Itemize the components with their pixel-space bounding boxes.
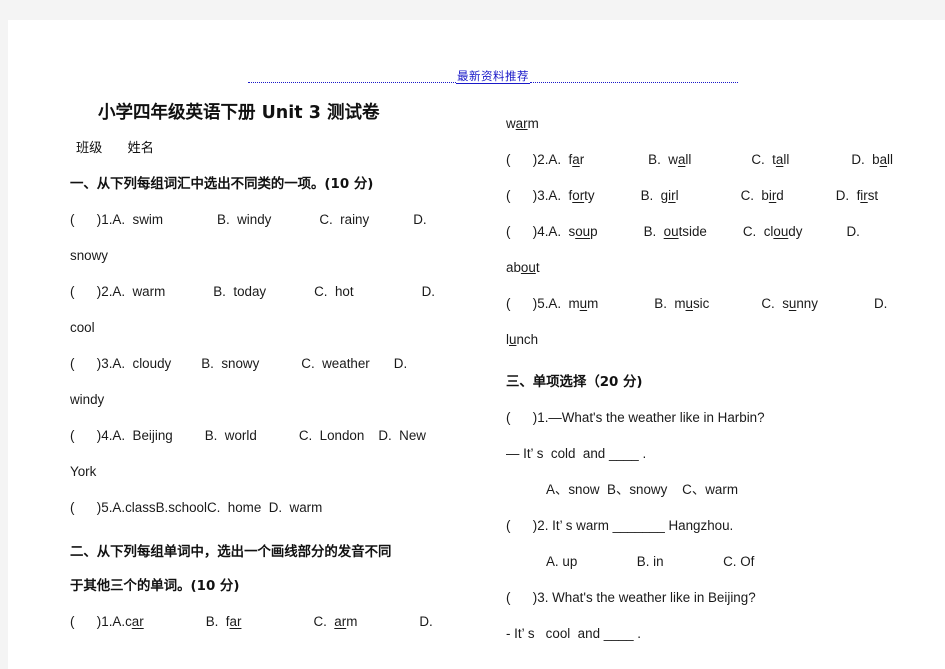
s1-item-4-wrap: York	[70, 464, 97, 479]
s1-item-4-c: C. London	[298, 428, 365, 443]
s1-item-3-b: B. snowy	[201, 356, 260, 371]
s1-item-2: ( )2.A. warm B. today C. hot D.	[70, 274, 470, 310]
s2-item-2-d: D. ball	[851, 152, 893, 167]
s2-item-3: ( )3.A. forty B. girl C. bird D. first	[506, 178, 906, 214]
s2-item-5-c: C. sunny	[761, 296, 818, 311]
s1-item-5: ( )5.A.classB.schoolC. home D. warm	[70, 490, 470, 526]
s2-item-1: ( )1.A.car B. far C. arm D.	[70, 604, 470, 640]
s2-item-1-wrap: warm	[506, 116, 539, 131]
s2-item-3-d: D. first	[835, 188, 879, 203]
section-1-heading: 一、从下列每组词汇中选出不同类的一项。(10 分)	[70, 177, 374, 192]
s2-item-3-a: A. forty	[548, 188, 595, 203]
s1-item-2-b: B. today	[213, 284, 267, 299]
s1-item-4-b: B. world	[204, 428, 257, 443]
watermark-dash-right	[530, 81, 738, 83]
s1-item-1-c: C. rainy	[319, 212, 370, 227]
s2-item-2-b: B. wall	[648, 152, 692, 167]
s1-item-4-num: ( )4.	[70, 428, 113, 443]
section-2-heading: 二、从下列每组单词中，选出一个画线部分的发音不同 于其他三个的单词。(10 分)	[70, 545, 392, 594]
s1-item-2-wrap: cool	[70, 320, 95, 335]
s3-item-3-answer: - It’ s cool and ____ .	[506, 626, 641, 641]
s2-item-1-a: A.car	[112, 614, 144, 629]
s3-item-1-options: A、snow B、snowy C、warm	[546, 482, 738, 497]
right-column: warm ( )2.A. far B. wall C. tall D. ball ( …	[506, 106, 906, 652]
s2-item-1-b: B. far	[205, 614, 242, 629]
s2-item-4-b: B. outside	[643, 224, 707, 239]
s1-item-2-c: C. hot	[314, 284, 354, 299]
s1-item-1-d: D.	[413, 212, 427, 227]
s2-item-4-a: A. soup	[548, 224, 598, 239]
s1-item-5-num: ( )5.	[70, 500, 113, 515]
s2-item-1-d: D.	[419, 614, 433, 629]
s2-item-2: ( )2.A. far B. wall C. tall D. ball	[506, 142, 906, 178]
s2-item-1-num: ( )1.	[70, 614, 113, 629]
s2-item-2-a: A. far	[548, 152, 585, 167]
s1-item-3: ( )3.A. cloudy B. snowy C. weather D.	[70, 346, 470, 382]
s1-item-3-a: A. cloudy	[112, 356, 172, 371]
s2-item-5: ( )5.A. mum B. music C. sunny D.	[506, 286, 906, 322]
s1-item-5-a: A.classB.schoolC. home D. warm	[112, 500, 323, 515]
s2-item-3-b: B. girl	[640, 188, 679, 203]
s3-item-2-stem: ( )2. It’ s warm _______ Hangzhou.	[506, 518, 734, 533]
s2-item-3-num: ( )3.	[506, 188, 549, 203]
s2-item-4: ( )4.A. soup B. outside C. cloudy D.	[506, 214, 906, 250]
s1-item-3-d: D.	[393, 356, 408, 371]
s2-item-4-num: ( )4.	[506, 224, 549, 239]
s1-item-2-num: ( )2.	[70, 284, 113, 299]
s1-item-3-wrap: windy	[70, 392, 105, 407]
s1-item-3-c: C. weather	[301, 356, 370, 371]
s1-item-1-b: B. windy	[217, 212, 272, 227]
s1-item-4-d: D. New	[378, 428, 426, 443]
watermark-text: 最新资料推荐	[456, 68, 530, 85]
s1-item-1-a: A. swim	[112, 212, 164, 227]
s1-item-3-num: ( )3.	[70, 356, 113, 371]
watermark-banner: 最新资料推荐	[248, 68, 738, 86]
s2-item-2-num: ( )2.	[506, 152, 549, 167]
s2-item-3-c: C. bird	[740, 188, 784, 203]
s3-item-1-answer: — It’ s cold and ____ .	[506, 446, 647, 461]
s3-item-1-stem: ( )1.—What's the weather like in Harbin?	[506, 410, 765, 425]
s2-item-5-b: B. music	[654, 296, 710, 311]
s2-item-4-c: C. cloudy	[742, 224, 803, 239]
s2-item-5-wrap: lunch	[506, 332, 539, 347]
s2-item-5-a: A. mum	[548, 296, 599, 311]
s1-item-1-wrap: snowy	[70, 248, 108, 263]
s2-item-2-c: C. tall	[751, 152, 790, 167]
s3-item-3-stem: ( )3. What's the weather like in Beijing…	[506, 590, 756, 605]
document-page: 最新资料推荐 小学四年级英语下册 Unit 3 测试卷 班级 姓名 一、从下列每…	[8, 20, 945, 669]
s1-item-4: ( )4.A. Beijing B. world C. London D. New	[70, 418, 470, 454]
s3-item-2-options: A. up B. in C. Of	[546, 554, 755, 569]
left-column: 小学四年级英语下册 Unit 3 测试卷 班级 姓名 一、从下列每组词汇中选出不…	[70, 98, 470, 640]
s2-item-1-c: C. arm	[313, 614, 358, 629]
s1-item-1: ( )1.A. swim B. windy C. rainy D.	[70, 202, 470, 238]
s2-item-4-wrap: about	[506, 260, 540, 275]
section-3-heading: 三、单项选择（20 分)	[506, 375, 643, 390]
s1-item-2-d: D.	[421, 284, 435, 299]
s1-item-4-a: A. Beijing	[112, 428, 173, 443]
s1-item-1-num: ( )1.	[70, 212, 113, 227]
s2-item-5-num: ( )5.	[506, 296, 549, 311]
student-info-line: 班级 姓名	[76, 141, 154, 156]
s2-item-4-d: D.	[846, 224, 860, 239]
s2-item-5-d: D.	[873, 296, 888, 311]
watermark-dash-left	[248, 81, 456, 83]
s1-item-2-a: A. warm	[112, 284, 166, 299]
page-title: 小学四年级英语下册 Unit 3 测试卷	[98, 103, 380, 123]
